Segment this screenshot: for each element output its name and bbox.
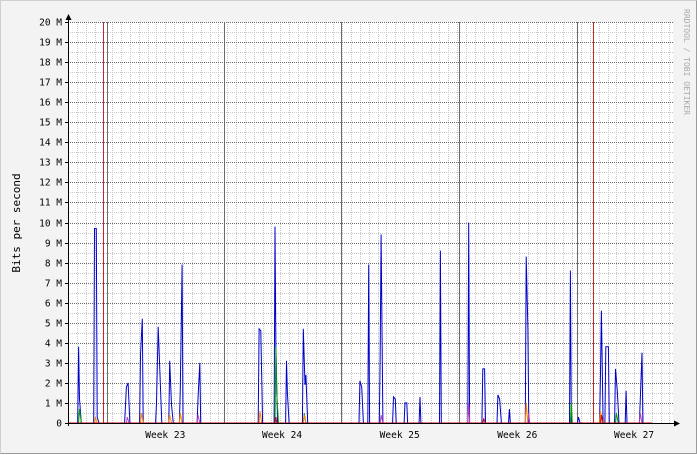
y-tick-label: 17 M xyxy=(39,78,62,89)
y-tick-label: 5 M xyxy=(45,319,62,330)
y-tick-label: 19 M xyxy=(39,38,62,49)
x-tick-label: Week 24 xyxy=(262,430,302,441)
y-tick-label: 9 M xyxy=(45,239,62,250)
y-tick-label: 15 M xyxy=(39,118,62,129)
y-tick-label: 18 M xyxy=(39,58,62,69)
y-tick-label: 2 M xyxy=(45,379,62,390)
y-tick-labels: 0 1 M 2 M 3 M 4 M 5 M 6 M 7 M 8 M 9 M 10 M 11 M 12 M… xyxy=(39,18,62,430)
y-tick-label: 13 M xyxy=(39,158,62,169)
rrdtool-watermark: RRDTOOL / TOBI OETIKER xyxy=(682,9,691,115)
y-tick-label: 20 M xyxy=(39,18,62,29)
bandwidth-chart: 0 1 M 2 M 3 M 4 M 5 M 6 M 7 M 8 M 9 M 10 M 11 M 12 M… xyxy=(10,9,691,441)
y-tick-label: 16 M xyxy=(39,98,62,109)
x-tick-label: Week 27 xyxy=(614,430,654,441)
y-tick-label: 11 M xyxy=(39,198,62,209)
x-tick-label: Week 25 xyxy=(380,430,420,441)
x-axis-arrow xyxy=(674,420,680,427)
x-tick-label: Week 26 xyxy=(497,430,537,441)
y-tick-label: 4 M xyxy=(45,339,62,350)
y-tick-label: 12 M xyxy=(39,178,62,189)
chart-canvas: 0 1 M 2 M 3 M 4 M 5 M 6 M 7 M 8 M 9 M 10 M 11 M 12 M… xyxy=(0,0,697,454)
y-tick-label: 14 M xyxy=(39,138,62,149)
x-tick-label: Week 23 xyxy=(145,430,185,441)
y-tick-label: 0 xyxy=(56,419,62,430)
y-tick-label: 1 M xyxy=(45,399,62,410)
y-axis-arrow xyxy=(65,14,72,20)
y-tick-label: 10 M xyxy=(39,219,62,230)
x-tick-labels: Week 23 Week 24 Week 25 Week 26 Week 27 xyxy=(145,430,654,441)
y-axis-label: Bits per second xyxy=(10,173,23,272)
y-tick-label: 7 M xyxy=(45,279,62,290)
y-tick-label: 8 M xyxy=(45,259,62,270)
y-tick-label: 6 M xyxy=(45,299,62,310)
y-tick-label: 3 M xyxy=(45,359,62,370)
